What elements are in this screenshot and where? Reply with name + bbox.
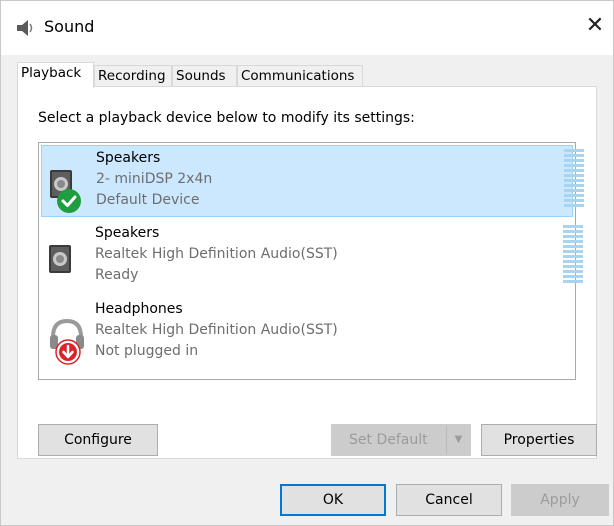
device-name: Speakers <box>96 150 161 166</box>
tab-communications[interactable]: Communications <box>237 65 363 87</box>
device-status: Not plugged in <box>95 343 199 359</box>
device-item[interactable]: Headphones Realtek High Definition Audio… <box>41 297 573 369</box>
sound-dialog: Sound ✕ Playback Recording Sounds Commun… <box>0 0 614 526</box>
chevron-down-icon[interactable]: ▼ <box>446 425 470 455</box>
set-default-label: Set Default <box>349 432 428 448</box>
device-description: Realtek High Definition Audio(SST) <box>95 246 338 262</box>
playback-panel: Select a playback device below to modify… <box>17 86 597 459</box>
set-default-button[interactable]: Set Default ▼ <box>331 424 471 456</box>
apply-button[interactable]: Apply <box>511 484 609 516</box>
configure-button[interactable]: Configure <box>38 424 158 456</box>
properties-button[interactable]: Properties <box>481 424 597 456</box>
volume-level-meter <box>563 225 583 285</box>
tab-playback[interactable]: Playback <box>17 62 94 88</box>
device-name: Headphones <box>95 301 183 317</box>
unplugged-arrow-icon <box>55 339 81 365</box>
device-status: Default Device <box>96 192 200 208</box>
device-name: Speakers <box>95 225 160 241</box>
tab-sounds[interactable]: Sounds <box>172 65 237 87</box>
instruction-text: Select a playback device below to modify… <box>38 110 415 126</box>
speaker-icon <box>17 20 33 36</box>
speaker-icon <box>49 245 71 273</box>
device-description: Realtek High Definition Audio(SST) <box>95 322 338 338</box>
ok-button[interactable]: OK <box>280 484 386 516</box>
cancel-button[interactable]: Cancel <box>396 484 502 516</box>
title-bar: Sound ✕ <box>1 1 613 55</box>
device-description: 2- miniDSP 2x4n <box>96 171 213 187</box>
tab-recording[interactable]: Recording <box>94 65 172 87</box>
window-title: Sound <box>44 17 95 36</box>
volume-level-meter <box>564 149 584 209</box>
device-item[interactable]: Speakers 2- miniDSP 2x4n Default Device <box>41 145 584 217</box>
device-list[interactable]: Speakers 2- miniDSP 2x4n Default Device … <box>38 142 584 380</box>
close-button[interactable]: ✕ <box>581 13 609 41</box>
device-status: Ready <box>95 267 139 283</box>
device-item[interactable]: Speakers Realtek High Definition Audio(S… <box>41 221 583 293</box>
default-check-icon <box>57 189 81 213</box>
